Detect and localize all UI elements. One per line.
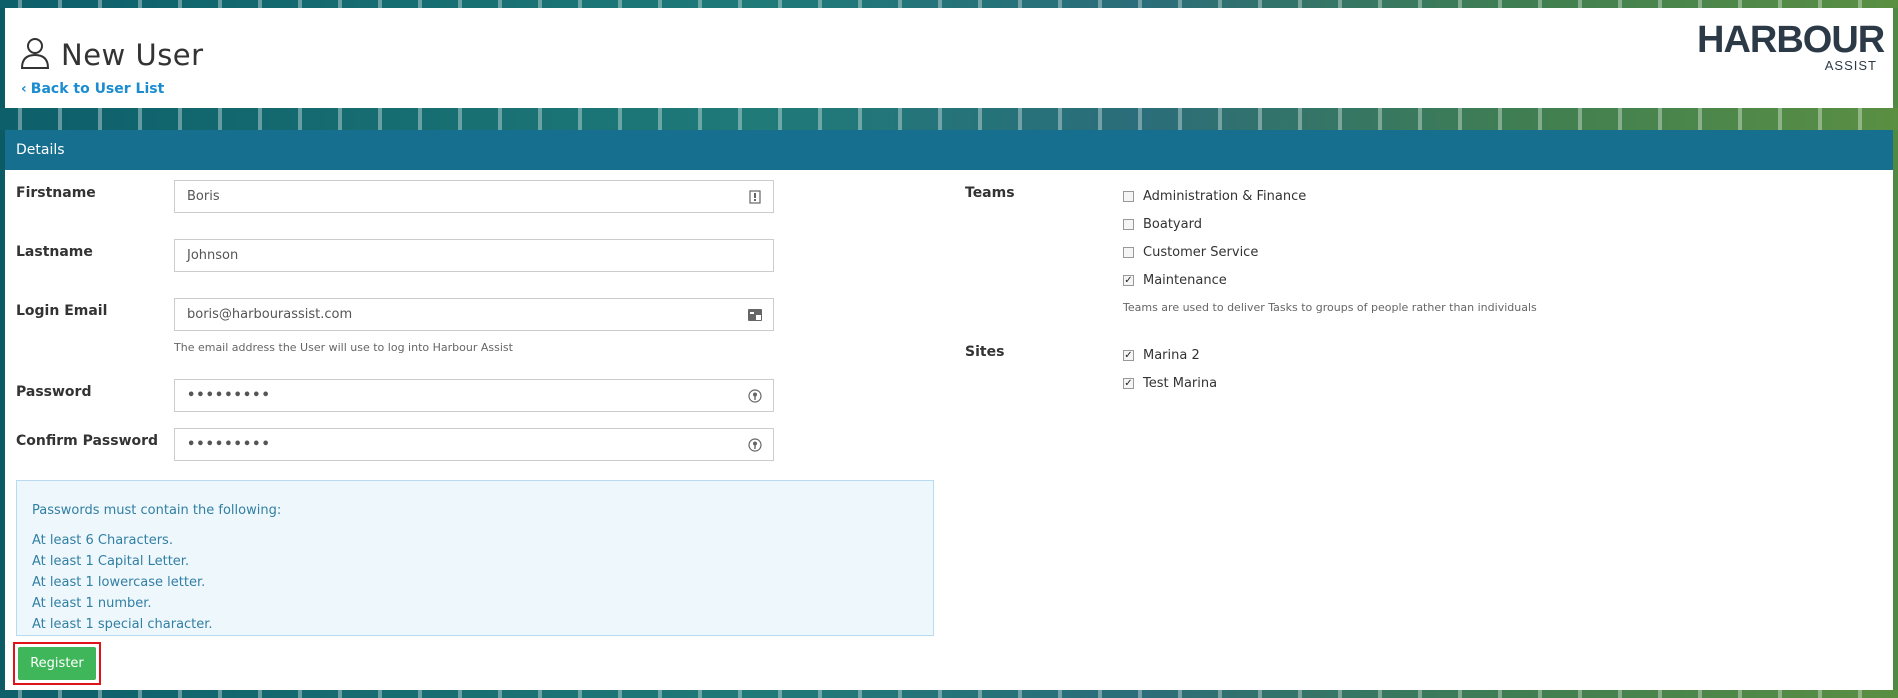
firstname-label: Firstname bbox=[16, 185, 96, 201]
page-header: New User ‹ Back to User List HARBOUR ASS… bbox=[5, 8, 1893, 108]
login-email-label: Login Email bbox=[16, 303, 108, 319]
site-checkbox-marina-2[interactable]: ✓ Marina 2 bbox=[1123, 348, 1200, 363]
back-link-label: Back to User List bbox=[30, 81, 165, 97]
harbour-assist-logo: HARBOUR ASSIST bbox=[1697, 19, 1885, 80]
sites-label: Sites bbox=[965, 344, 1005, 360]
login-email-input[interactable]: boris@harbourassist.com bbox=[174, 298, 774, 331]
lastname-label: Lastname bbox=[16, 244, 93, 260]
firstname-value: Boris bbox=[187, 189, 220, 204]
login-email-help: The email address the User will use to l… bbox=[174, 341, 513, 354]
user-icon bbox=[19, 36, 51, 74]
checkbox-checked[interactable]: ✓ bbox=[1123, 350, 1134, 361]
title-row: New User bbox=[19, 36, 204, 74]
password-rule: At least 1 Capital Letter. bbox=[32, 554, 190, 569]
checkbox[interactable] bbox=[1123, 191, 1134, 202]
password-rule: At least 6 Characters. bbox=[32, 533, 173, 548]
team-checkbox-boatyard[interactable]: Boatyard bbox=[1123, 217, 1202, 232]
details-section-header: Details bbox=[5, 130, 1893, 170]
password-requirements-box: Passwords must contain the following: At… bbox=[16, 480, 934, 636]
teams-help: Teams are used to deliver Tasks to group… bbox=[1123, 301, 1537, 314]
contact-card-icon[interactable] bbox=[747, 189, 763, 205]
background-image-top bbox=[0, 0, 1898, 8]
checkbox-checked[interactable]: ✓ bbox=[1123, 378, 1134, 389]
password-key-icon[interactable] bbox=[747, 388, 763, 404]
logo-main-text: HARBOUR bbox=[1697, 19, 1885, 61]
checkbox[interactable] bbox=[1123, 219, 1134, 230]
firstname-input[interactable]: Boris bbox=[174, 180, 774, 213]
site-checkbox-test-marina[interactable]: ✓ Test Marina bbox=[1123, 376, 1217, 391]
background-image-bottom bbox=[0, 690, 1898, 698]
site-label: Marina 2 bbox=[1143, 348, 1200, 363]
page-title: New User bbox=[61, 38, 204, 72]
password-rule: At least 1 lowercase letter. bbox=[32, 575, 206, 590]
autofill-card-icon[interactable] bbox=[747, 307, 763, 323]
team-label: Boatyard bbox=[1143, 217, 1202, 232]
password-rule: At least 1 special character. bbox=[32, 617, 213, 632]
register-highlight: Register bbox=[13, 642, 101, 685]
chevron-left-icon: ‹ bbox=[21, 81, 27, 97]
background-image-middle bbox=[0, 108, 1898, 130]
register-button[interactable]: Register bbox=[18, 647, 96, 680]
team-label: Administration & Finance bbox=[1143, 189, 1307, 204]
confirm-password-value: ••••••••• bbox=[187, 437, 271, 452]
lastname-value: Johnson bbox=[187, 248, 239, 263]
password-requirements-intro: Passwords must contain the following: bbox=[32, 503, 282, 518]
team-checkbox-maintenance[interactable]: ✓ Maintenance bbox=[1123, 273, 1227, 288]
confirm-password-label: Confirm Password bbox=[16, 433, 159, 449]
confirm-password-input[interactable]: ••••••••• bbox=[174, 428, 774, 461]
checkbox-checked[interactable]: ✓ bbox=[1123, 275, 1134, 286]
back-to-user-list-link[interactable]: ‹ Back to User List bbox=[21, 81, 164, 97]
password-rule: At least 1 number. bbox=[32, 596, 152, 611]
password-value: ••••••••• bbox=[187, 388, 271, 403]
team-label: Customer Service bbox=[1143, 245, 1259, 260]
password-input[interactable]: ••••••••• bbox=[174, 379, 774, 412]
team-checkbox-customer-service[interactable]: Customer Service bbox=[1123, 245, 1258, 260]
site-label: Test Marina bbox=[1143, 376, 1218, 391]
password-label: Password bbox=[16, 384, 92, 400]
teams-label: Teams bbox=[965, 185, 1015, 201]
lastname-input[interactable]: Johnson bbox=[174, 239, 774, 272]
checkbox[interactable] bbox=[1123, 247, 1134, 258]
login-email-value: boris@harbourassist.com bbox=[187, 307, 353, 322]
team-checkbox-administration-finance[interactable]: Administration & Finance bbox=[1123, 189, 1306, 204]
details-panel: Details Firstname Boris Lastname Johnson… bbox=[5, 130, 1893, 690]
team-label: Maintenance bbox=[1143, 273, 1227, 288]
password-key-icon[interactable] bbox=[747, 437, 763, 453]
